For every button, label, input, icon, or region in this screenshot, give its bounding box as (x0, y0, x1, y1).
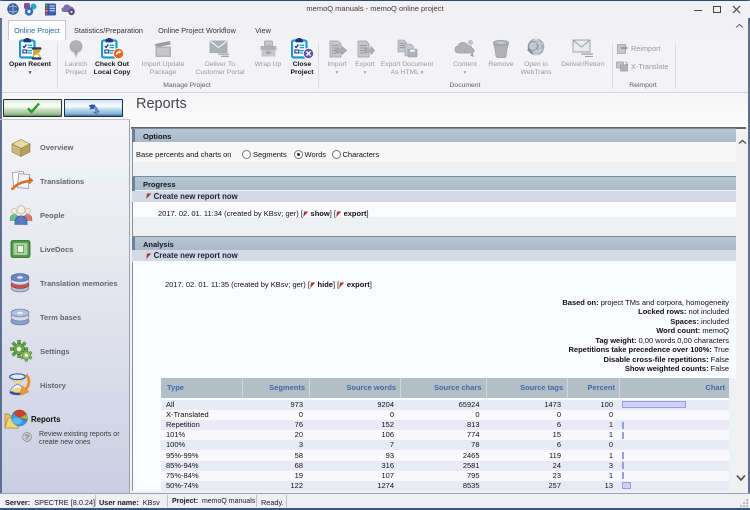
svg-text:?: ? (25, 434, 29, 441)
